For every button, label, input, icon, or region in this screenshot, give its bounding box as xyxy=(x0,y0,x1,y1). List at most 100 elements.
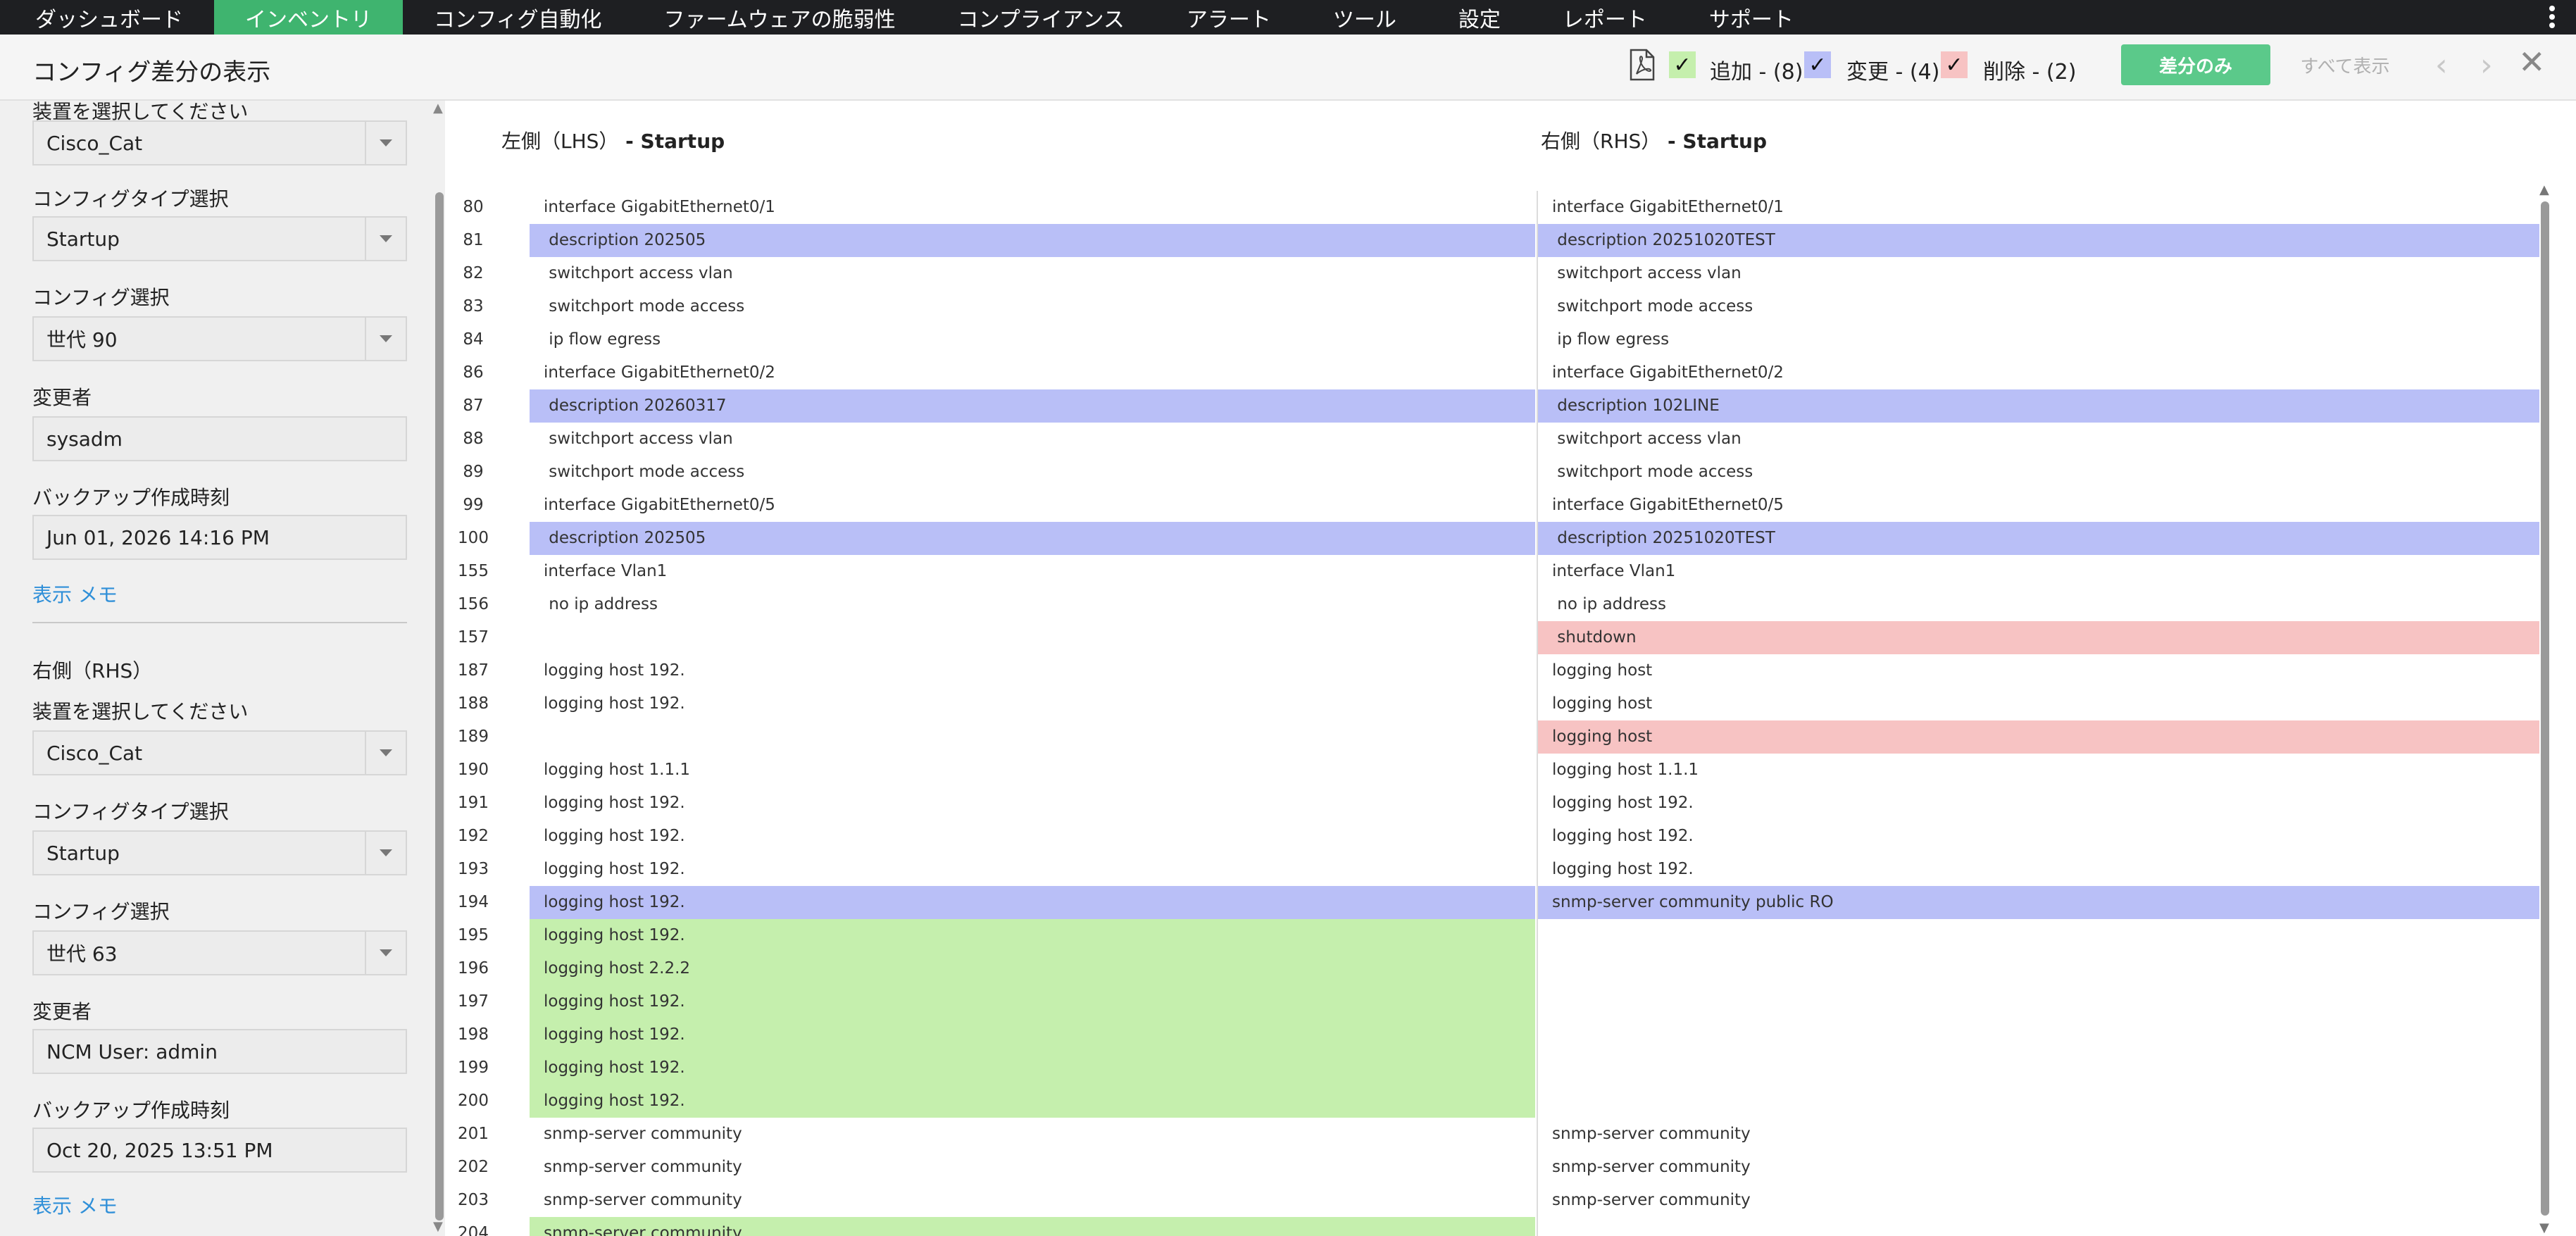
lhs-config-value: 世代 90 xyxy=(46,328,118,351)
lhs-line: logging host 192. xyxy=(530,985,1535,1018)
diff-scroll-up-icon[interactable]: ▲ xyxy=(2539,182,2549,197)
chevron-down-icon[interactable] xyxy=(365,732,406,774)
diff-only-button[interactable]: 差分のみ xyxy=(2121,44,2270,85)
line-number: 84 xyxy=(463,330,484,349)
rhs-backup-time-value: Oct 20, 2025 13:51 PM xyxy=(46,1138,273,1162)
line-number: 200 xyxy=(458,1092,489,1110)
nav-item-7[interactable]: 設定 xyxy=(1427,0,1532,35)
line-number: 201 xyxy=(458,1125,489,1143)
diff-scrollbar[interactable] xyxy=(2541,201,2549,1216)
chevron-down-icon[interactable] xyxy=(365,832,406,874)
chevron-down-icon[interactable] xyxy=(365,218,406,260)
rhs-backup-time-field: Oct 20, 2025 13:51 PM xyxy=(32,1128,407,1173)
rhs-show-memo-link[interactable]: 表示 メモ xyxy=(32,1191,118,1219)
rhs-device-label: 装置を選択してください xyxy=(32,700,249,723)
diff-row: 100 description 202505 description 20251… xyxy=(452,522,2565,555)
changed-checkbox[interactable]: ✓ xyxy=(1804,51,1831,78)
lhs-backup-time-field: Jun 01, 2026 14:16 PM xyxy=(32,515,407,560)
rhs-column-header: 右側（RHS） - Startup xyxy=(1541,126,1767,154)
lhs-show-memo-link[interactable]: 表示 メモ xyxy=(32,580,118,608)
rhs-line: logging host 192. xyxy=(1537,853,2539,886)
lhs-line: snmp-server community xyxy=(544,1125,742,1143)
line-number: 192 xyxy=(458,827,489,845)
more-menu-icon[interactable] xyxy=(2548,3,2556,31)
next-diff-icon[interactable]: › xyxy=(2480,47,2493,83)
lhs-line: logging host 192. xyxy=(544,794,685,812)
rhs-config-type-label: コンフィグタイプ選択 xyxy=(32,800,229,823)
rhs-line xyxy=(1537,952,2539,985)
lhs-line: switchport access vlan xyxy=(544,430,733,448)
nav-item-2[interactable]: コンフィグ自動化 xyxy=(403,0,633,35)
sidebar-scroll-up-icon[interactable]: ▲ xyxy=(433,101,443,116)
lhs-line: logging host 1.1.1 xyxy=(544,761,691,779)
lhs-line: switchport access vlan xyxy=(544,264,733,282)
rhs-line: logging host 192. xyxy=(1537,820,2539,853)
rhs-config-type-select[interactable]: Startup xyxy=(32,830,407,875)
lhs-config-select[interactable]: 世代 90 xyxy=(32,316,407,361)
nav-item-4[interactable]: コンプライアンス xyxy=(927,0,1156,35)
lhs-config-type-label: コンフィグタイプ選択 xyxy=(32,187,229,211)
diff-row: 201 snmp-server community snmp-server comm… xyxy=(452,1118,2565,1151)
added-checkbox[interactable]: ✓ xyxy=(1669,51,1696,78)
line-number: 86 xyxy=(463,363,484,382)
rhs-device-select[interactable]: Cisco_Cat xyxy=(32,730,407,775)
rhs-line xyxy=(1537,985,2539,1018)
lhs-config-type-value: Startup xyxy=(46,227,120,251)
diff-viewer: 左側（LHS） - Startup 右側（RHS） - Startup 80 in… xyxy=(452,101,2576,1236)
lhs-line: description 202505 xyxy=(530,224,1535,257)
nav-item-6[interactable]: ツール xyxy=(1302,0,1427,35)
lhs-line: logging host 192. xyxy=(530,1018,1535,1051)
line-number: 191 xyxy=(458,794,489,812)
nav-item-0[interactable]: ダッシュボード xyxy=(0,0,214,35)
prev-diff-icon[interactable]: ‹ xyxy=(2435,47,2448,83)
chevron-down-icon[interactable] xyxy=(365,932,406,974)
diff-row: 188 logging host 192. logging host xyxy=(452,687,2565,720)
removed-checkbox[interactable]: ✓ xyxy=(1941,51,1968,78)
line-number: 157 xyxy=(458,628,489,647)
line-number: 189 xyxy=(458,728,489,746)
diff-row: 191 logging host 192. logging host 192. xyxy=(452,787,2565,820)
rhs-line xyxy=(1537,1085,2539,1118)
nav-item-3[interactable]: ファームウェアの脆弱性 xyxy=(633,0,927,35)
lhs-line: switchport mode access xyxy=(544,297,745,316)
rhs-line: switchport access vlan xyxy=(1537,257,2539,290)
chevron-down-icon[interactable] xyxy=(365,122,406,164)
rhs-config-select[interactable]: 世代 63 xyxy=(32,930,407,975)
line-number: 88 xyxy=(463,430,484,448)
lhs-line: logging host 192. xyxy=(530,886,1535,919)
diff-row: 187 logging host 192. logging host xyxy=(452,654,2565,687)
rhs-line: switchport mode access xyxy=(1537,456,2539,489)
changed-legend-label: 変更 - (4) xyxy=(1846,60,1940,85)
sidebar-scroll-down-icon[interactable]: ▼ xyxy=(433,1219,443,1234)
show-all-button[interactable]: すべて表示 xyxy=(2296,44,2394,85)
pdf-export-icon[interactable] xyxy=(1628,49,1656,81)
diff-row: 84 ip flow egress ip flow egress xyxy=(452,323,2565,356)
lhs-changed-by-value: sysadm xyxy=(46,427,123,451)
lhs-device-select[interactable]: Cisco_Cat xyxy=(32,120,407,166)
lhs-changed-by-label: 変更者 xyxy=(32,386,92,409)
rhs-line: snmp-server community xyxy=(1537,1118,2539,1151)
line-number: 100 xyxy=(458,529,489,547)
sidebar-scrollbar[interactable] xyxy=(435,192,444,1221)
lhs-config-type-select[interactable]: Startup xyxy=(32,216,407,261)
nav-item-8[interactable]: レポート xyxy=(1532,0,1678,35)
nav-item-9[interactable]: サポート xyxy=(1678,0,1825,35)
rhs-line xyxy=(1537,919,2539,952)
header-bar: コンフィグ差分の表示 ✓ 追加 - (8) ✓ 変更 - (4) ✓ 削除 - … xyxy=(0,35,2576,101)
diff-scroll-down-icon[interactable]: ▼ xyxy=(2539,1221,2549,1235)
lhs-line: logging host 192. xyxy=(544,661,685,680)
chevron-down-icon[interactable] xyxy=(365,318,406,360)
lhs-backup-time-value: Jun 01, 2026 14:16 PM xyxy=(46,525,270,549)
rhs-section-title: 右側（RHS） xyxy=(32,659,153,682)
line-number: 190 xyxy=(458,761,489,779)
rhs-line: logging host xyxy=(1537,687,2539,720)
diff-row: 192 logging host 192. logging host 192. xyxy=(452,820,2565,853)
close-icon[interactable]: ✕ xyxy=(2518,46,2546,78)
line-number: 193 xyxy=(458,860,489,878)
nav-item-1[interactable]: インベントリ xyxy=(214,0,403,35)
line-number: 197 xyxy=(458,992,489,1011)
nav-item-5[interactable]: アラート xyxy=(1156,0,1302,35)
diff-row: 155 interface Vlan1 interface Vlan1 xyxy=(452,555,2565,588)
lhs-line: interface GigabitEthernet0/1 xyxy=(544,198,775,216)
rhs-line: logging host xyxy=(1537,654,2539,687)
